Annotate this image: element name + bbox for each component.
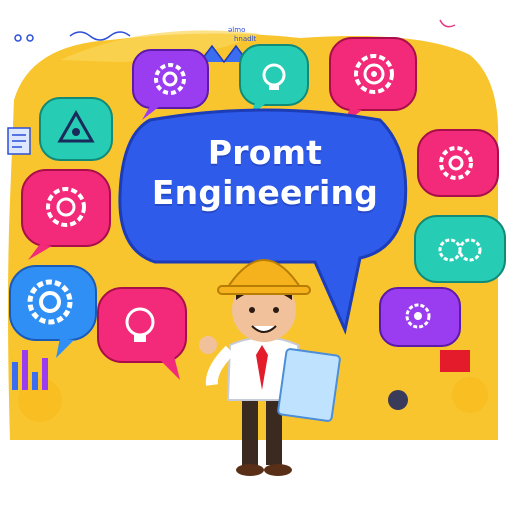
speech-bubble-pink-right — [417, 129, 499, 197]
illustration: ǝlmo hnadlt — [0, 0, 508, 510]
speech-bubble-teal-left — [39, 97, 113, 161]
headline: Promt Engineering — [130, 133, 400, 213]
headline-line-1: Promt — [207, 133, 323, 172]
headline-line-2: Engineering — [151, 173, 379, 212]
scribble-text-2: hnadlt — [234, 35, 257, 43]
speech-bubble-teal-right — [414, 215, 506, 283]
scribble-text: ǝlmo — [228, 26, 245, 34]
speech-bubble-purple-right — [379, 287, 461, 347]
